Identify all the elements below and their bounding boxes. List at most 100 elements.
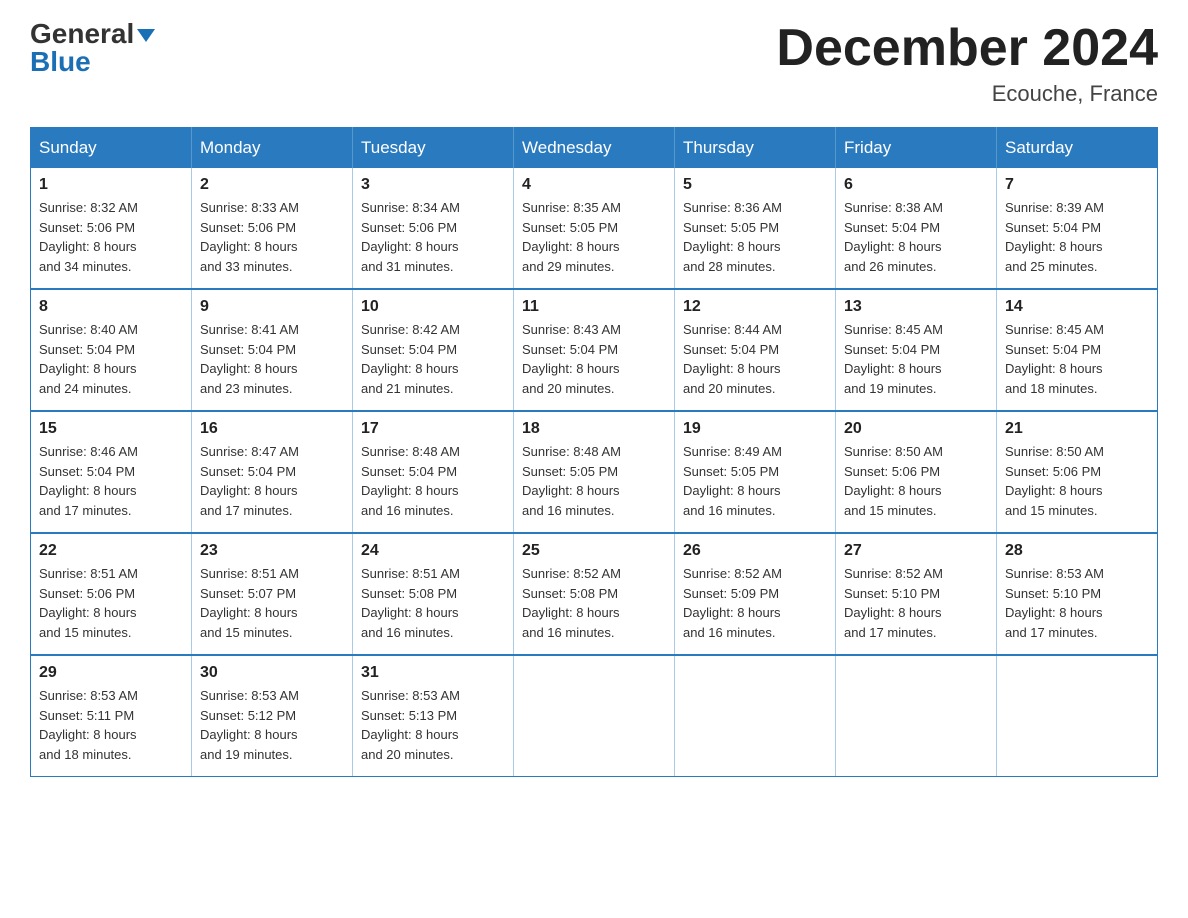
day-info: Sunrise: 8:50 AMSunset: 5:06 PMDaylight:… <box>844 442 988 520</box>
day-number: 17 <box>361 420 505 438</box>
day-info: Sunrise: 8:51 AMSunset: 5:06 PMDaylight:… <box>39 564 183 642</box>
calendar-cell: 25 Sunrise: 8:52 AMSunset: 5:08 PMDaylig… <box>514 533 675 655</box>
day-info: Sunrise: 8:41 AMSunset: 5:04 PMDaylight:… <box>200 320 344 398</box>
day-number: 12 <box>683 298 827 316</box>
day-number: 26 <box>683 542 827 560</box>
calendar-cell: 9 Sunrise: 8:41 AMSunset: 5:04 PMDayligh… <box>192 289 353 411</box>
day-number: 27 <box>844 542 988 560</box>
day-info: Sunrise: 8:52 AMSunset: 5:10 PMDaylight:… <box>844 564 988 642</box>
day-number: 21 <box>1005 420 1149 438</box>
day-number: 18 <box>522 420 666 438</box>
calendar-cell: 8 Sunrise: 8:40 AMSunset: 5:04 PMDayligh… <box>31 289 192 411</box>
calendar-cell: 10 Sunrise: 8:42 AMSunset: 5:04 PMDaylig… <box>353 289 514 411</box>
day-info: Sunrise: 8:33 AMSunset: 5:06 PMDaylight:… <box>200 198 344 276</box>
weekday-header-sunday: Sunday <box>31 128 192 169</box>
day-number: 19 <box>683 420 827 438</box>
day-number: 13 <box>844 298 988 316</box>
day-number: 14 <box>1005 298 1149 316</box>
calendar-table: SundayMondayTuesdayWednesdayThursdayFrid… <box>30 127 1158 777</box>
day-number: 2 <box>200 176 344 194</box>
logo-blue: Blue <box>30 46 91 78</box>
day-number: 5 <box>683 176 827 194</box>
calendar-cell: 27 Sunrise: 8:52 AMSunset: 5:10 PMDaylig… <box>836 533 997 655</box>
weekday-header-saturday: Saturday <box>997 128 1158 169</box>
day-info: Sunrise: 8:51 AMSunset: 5:08 PMDaylight:… <box>361 564 505 642</box>
day-info: Sunrise: 8:46 AMSunset: 5:04 PMDaylight:… <box>39 442 183 520</box>
day-info: Sunrise: 8:39 AMSunset: 5:04 PMDaylight:… <box>1005 198 1149 276</box>
day-info: Sunrise: 8:43 AMSunset: 5:04 PMDaylight:… <box>522 320 666 398</box>
calendar-cell <box>514 655 675 777</box>
day-number: 9 <box>200 298 344 316</box>
day-number: 28 <box>1005 542 1149 560</box>
calendar-cell: 7 Sunrise: 8:39 AMSunset: 5:04 PMDayligh… <box>997 168 1158 289</box>
day-info: Sunrise: 8:32 AMSunset: 5:06 PMDaylight:… <box>39 198 183 276</box>
calendar-cell: 16 Sunrise: 8:47 AMSunset: 5:04 PMDaylig… <box>192 411 353 533</box>
page-header: General Blue December 2024 Ecouche, Fran… <box>30 20 1158 107</box>
calendar-cell: 11 Sunrise: 8:43 AMSunset: 5:04 PMDaylig… <box>514 289 675 411</box>
calendar-cell: 1 Sunrise: 8:32 AMSunset: 5:06 PMDayligh… <box>31 168 192 289</box>
day-number: 20 <box>844 420 988 438</box>
week-row-3: 15 Sunrise: 8:46 AMSunset: 5:04 PMDaylig… <box>31 411 1158 533</box>
weekday-header-thursday: Thursday <box>675 128 836 169</box>
calendar-cell: 3 Sunrise: 8:34 AMSunset: 5:06 PMDayligh… <box>353 168 514 289</box>
calendar-cell: 14 Sunrise: 8:45 AMSunset: 5:04 PMDaylig… <box>997 289 1158 411</box>
calendar-cell: 15 Sunrise: 8:46 AMSunset: 5:04 PMDaylig… <box>31 411 192 533</box>
week-row-5: 29 Sunrise: 8:53 AMSunset: 5:11 PMDaylig… <box>31 655 1158 777</box>
calendar-cell <box>836 655 997 777</box>
calendar-cell: 18 Sunrise: 8:48 AMSunset: 5:05 PMDaylig… <box>514 411 675 533</box>
day-info: Sunrise: 8:34 AMSunset: 5:06 PMDaylight:… <box>361 198 505 276</box>
weekday-header-row: SundayMondayTuesdayWednesdayThursdayFrid… <box>31 128 1158 169</box>
weekday-header-friday: Friday <box>836 128 997 169</box>
day-info: Sunrise: 8:35 AMSunset: 5:05 PMDaylight:… <box>522 198 666 276</box>
day-info: Sunrise: 8:36 AMSunset: 5:05 PMDaylight:… <box>683 198 827 276</box>
day-number: 25 <box>522 542 666 560</box>
day-info: Sunrise: 8:44 AMSunset: 5:04 PMDaylight:… <box>683 320 827 398</box>
day-number: 11 <box>522 298 666 316</box>
day-info: Sunrise: 8:52 AMSunset: 5:08 PMDaylight:… <box>522 564 666 642</box>
calendar-cell <box>997 655 1158 777</box>
calendar-cell: 20 Sunrise: 8:50 AMSunset: 5:06 PMDaylig… <box>836 411 997 533</box>
calendar-cell: 28 Sunrise: 8:53 AMSunset: 5:10 PMDaylig… <box>997 533 1158 655</box>
calendar-cell: 17 Sunrise: 8:48 AMSunset: 5:04 PMDaylig… <box>353 411 514 533</box>
day-info: Sunrise: 8:48 AMSunset: 5:05 PMDaylight:… <box>522 442 666 520</box>
day-info: Sunrise: 8:40 AMSunset: 5:04 PMDaylight:… <box>39 320 183 398</box>
day-number: 29 <box>39 664 183 682</box>
calendar-cell: 19 Sunrise: 8:49 AMSunset: 5:05 PMDaylig… <box>675 411 836 533</box>
day-number: 4 <box>522 176 666 194</box>
day-info: Sunrise: 8:53 AMSunset: 5:11 PMDaylight:… <box>39 686 183 764</box>
calendar-cell: 29 Sunrise: 8:53 AMSunset: 5:11 PMDaylig… <box>31 655 192 777</box>
calendar-cell <box>675 655 836 777</box>
day-info: Sunrise: 8:42 AMSunset: 5:04 PMDaylight:… <box>361 320 505 398</box>
calendar-cell: 24 Sunrise: 8:51 AMSunset: 5:08 PMDaylig… <box>353 533 514 655</box>
day-info: Sunrise: 8:45 AMSunset: 5:04 PMDaylight:… <box>844 320 988 398</box>
logo: General Blue <box>30 20 155 78</box>
day-number: 24 <box>361 542 505 560</box>
weekday-header-wednesday: Wednesday <box>514 128 675 169</box>
day-info: Sunrise: 8:53 AMSunset: 5:12 PMDaylight:… <box>200 686 344 764</box>
weekday-header-tuesday: Tuesday <box>353 128 514 169</box>
day-info: Sunrise: 8:48 AMSunset: 5:04 PMDaylight:… <box>361 442 505 520</box>
calendar-cell: 6 Sunrise: 8:38 AMSunset: 5:04 PMDayligh… <box>836 168 997 289</box>
calendar-cell: 5 Sunrise: 8:36 AMSunset: 5:05 PMDayligh… <box>675 168 836 289</box>
day-number: 16 <box>200 420 344 438</box>
day-info: Sunrise: 8:53 AMSunset: 5:13 PMDaylight:… <box>361 686 505 764</box>
day-number: 23 <box>200 542 344 560</box>
calendar-cell: 21 Sunrise: 8:50 AMSunset: 5:06 PMDaylig… <box>997 411 1158 533</box>
day-info: Sunrise: 8:45 AMSunset: 5:04 PMDaylight:… <box>1005 320 1149 398</box>
calendar-cell: 13 Sunrise: 8:45 AMSunset: 5:04 PMDaylig… <box>836 289 997 411</box>
day-number: 10 <box>361 298 505 316</box>
calendar-cell: 12 Sunrise: 8:44 AMSunset: 5:04 PMDaylig… <box>675 289 836 411</box>
month-title: December 2024 <box>776 20 1158 77</box>
day-number: 8 <box>39 298 183 316</box>
day-info: Sunrise: 8:38 AMSunset: 5:04 PMDaylight:… <box>844 198 988 276</box>
day-number: 31 <box>361 664 505 682</box>
calendar-cell: 22 Sunrise: 8:51 AMSunset: 5:06 PMDaylig… <box>31 533 192 655</box>
calendar-cell: 26 Sunrise: 8:52 AMSunset: 5:09 PMDaylig… <box>675 533 836 655</box>
day-number: 6 <box>844 176 988 194</box>
day-info: Sunrise: 8:51 AMSunset: 5:07 PMDaylight:… <box>200 564 344 642</box>
calendar-cell: 23 Sunrise: 8:51 AMSunset: 5:07 PMDaylig… <box>192 533 353 655</box>
calendar-cell: 4 Sunrise: 8:35 AMSunset: 5:05 PMDayligh… <box>514 168 675 289</box>
day-info: Sunrise: 8:49 AMSunset: 5:05 PMDaylight:… <box>683 442 827 520</box>
day-info: Sunrise: 8:53 AMSunset: 5:10 PMDaylight:… <box>1005 564 1149 642</box>
week-row-4: 22 Sunrise: 8:51 AMSunset: 5:06 PMDaylig… <box>31 533 1158 655</box>
